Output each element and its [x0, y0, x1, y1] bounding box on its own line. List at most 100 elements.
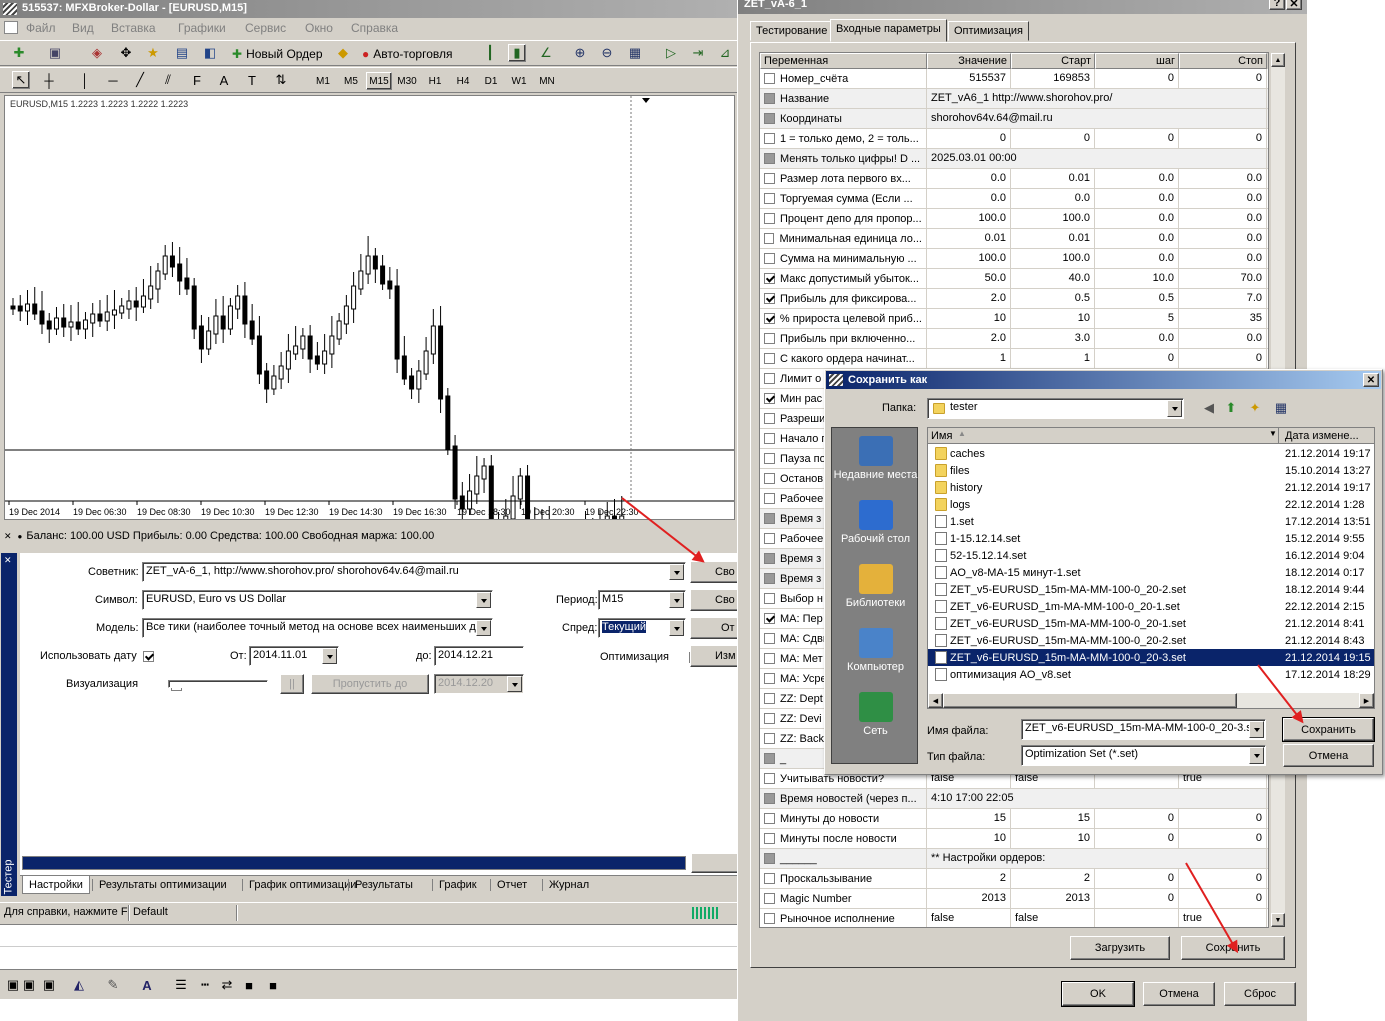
param-value-cell[interactable]: 0: [927, 129, 1011, 148]
param-start-cell[interactable]: 40.0: [1011, 269, 1095, 288]
param-step-cell[interactable]: 0: [1095, 349, 1179, 368]
place-item[interactable]: Сеть: [832, 692, 919, 737]
use-date-checkbox[interactable]: [143, 650, 154, 662]
param-step-cell[interactable]: 10.0: [1095, 269, 1179, 288]
grid-col-header[interactable]: Старт: [1011, 53, 1095, 69]
timeframe-mn[interactable]: MN: [534, 72, 560, 90]
modify-expert-button[interactable]: Изм: [690, 645, 740, 667]
param-checkbox[interactable]: [764, 893, 775, 904]
param-checkbox[interactable]: [764, 373, 775, 384]
param-value-cell[interactable]: 0.0: [927, 189, 1011, 208]
param-row[interactable]: Минуты после новости 10 10 0 0: [760, 829, 1268, 849]
param-row[interactable]: % прироста целевой приб... 10 10 5 35: [760, 309, 1268, 329]
param-row[interactable]: Макс допустимый убыток... 50.0 40.0 10.0 70.…: [760, 269, 1268, 289]
param-checkbox[interactable]: [764, 873, 775, 884]
market-watch-icon[interactable]: ◈: [88, 44, 106, 62]
crosshair-icon[interactable]: ┼: [40, 71, 58, 89]
param-checkbox[interactable]: [764, 813, 775, 824]
param-row[interactable]: Минимальная единица ло... 0.01 0.01 0.0 0.0: [760, 229, 1268, 249]
grid-col-header[interactable]: Значение: [927, 53, 1011, 69]
param-start-cell[interactable]: 2: [1011, 869, 1095, 888]
param-value-cell[interactable]: 0.01: [927, 229, 1011, 248]
metaeditor-book-icon[interactable]: ◆: [334, 44, 352, 62]
price-chart[interactable]: 19 Dec 2014 19 Dec 06:30 19 Dec 08:30 19 De…: [5, 96, 734, 519]
filename-input[interactable]: ZET_v6-EURUSD_15m-MA-MM-100-0_20-3.set: [1021, 719, 1266, 740]
arrow-style-icon[interactable]: ⇄: [218, 976, 236, 994]
param-value-cell[interactable]: 15: [927, 809, 1011, 828]
image2-icon[interactable]: ▣: [40, 976, 58, 994]
tester-tab[interactable]: График: [432, 879, 483, 891]
param-step-cell[interactable]: 0: [1095, 69, 1179, 88]
param-start-cell[interactable]: 10: [1011, 829, 1095, 848]
folder-row[interactable]: files 15.10.2014 13:27: [928, 462, 1374, 479]
param-start-cell[interactable]: 1: [1011, 349, 1095, 368]
menu-item[interactable]: Графики: [178, 21, 226, 35]
param-start-cell[interactable]: 0.0: [1011, 189, 1095, 208]
model-select[interactable]: Все тики (наиболее точный метод на основ…: [142, 618, 493, 638]
menu-item[interactable]: Окно: [305, 21, 333, 35]
col-name-header[interactable]: Имя: [931, 430, 952, 442]
param-start-cell[interactable]: 0: [1011, 129, 1095, 148]
menu-item[interactable]: Справка: [351, 21, 398, 35]
line-style-icon[interactable]: ☰: [172, 976, 190, 994]
param-checkbox[interactable]: [764, 273, 775, 284]
param-row[interactable]: 1 = только демо, 2 = толь... 0 0 0 0: [760, 129, 1268, 149]
param-value-cell[interactable]: 1: [927, 349, 1011, 368]
param-stop-cell[interactable]: 0.0: [1179, 249, 1267, 268]
trendline-icon[interactable]: ╱: [131, 71, 149, 89]
param-checkbox[interactable]: [764, 193, 775, 204]
cursor-icon[interactable]: ↖: [12, 71, 30, 89]
param-checkbox[interactable]: [764, 353, 775, 364]
shadow-icon[interactable]: ■: [240, 976, 258, 994]
chart-shift-icon[interactable]: ⇥: [689, 44, 707, 62]
param-checkbox[interactable]: [764, 153, 775, 164]
file-row[interactable]: оптимизация AO_v8.set 17.12.2014 18:29: [928, 666, 1374, 683]
param-row[interactable]: Сумма на минимальную ... 100.0 100.0 0.0 0.0: [760, 249, 1268, 269]
horizontal-line-icon[interactable]: ─: [104, 71, 122, 89]
param-value-cell[interactable]: false: [927, 909, 1011, 927]
close-icon[interactable]: ✕: [4, 531, 12, 542]
param-checkbox[interactable]: [764, 73, 775, 84]
timeframe-m1[interactable]: M1: [310, 72, 336, 90]
props-tab[interactable]: Оптимизация: [948, 21, 1029, 41]
file-row[interactable]: ZET_v5-EURUSD_15m-MA-MM-100-0_20-2.set 18…: [928, 581, 1374, 598]
close-button[interactable]: ✕: [1286, 0, 1302, 10]
param-value-cell[interactable]: ZET_vA6_1 http://www.shorohov.pro/: [927, 89, 1267, 108]
param-step-cell[interactable]: 0: [1095, 829, 1179, 848]
file-row[interactable]: ZET_v6-EURUSD_15m-MA-MM-100-0_20-2.set 21…: [928, 632, 1374, 649]
param-row[interactable]: Magic Number 2013 2013 0 0: [760, 889, 1268, 909]
param-stop-cell[interactable]: 0.0: [1179, 229, 1267, 248]
param-value-cell[interactable]: 2.0: [927, 289, 1011, 308]
zoom-in-icon[interactable]: ⊕: [571, 44, 589, 62]
timeframe-w1[interactable]: W1: [506, 72, 532, 90]
param-start-cell[interactable]: 0.01: [1011, 229, 1095, 248]
zoom-out-icon[interactable]: ⊖: [598, 44, 616, 62]
param-stop-cell[interactable]: 0: [1179, 889, 1267, 908]
fibo-icon[interactable]: F: [188, 71, 206, 89]
param-row[interactable]: Номер_счёта 515537 169853 0 0: [760, 69, 1268, 89]
scroll-thumb[interactable]: [943, 693, 1237, 708]
param-row[interactable]: Процент депо для пропор... 100.0 100.0 0.0 0…: [760, 209, 1268, 229]
timeframe-h1[interactable]: H1: [422, 72, 448, 90]
param-step-cell[interactable]: 0: [1095, 129, 1179, 148]
view-menu-icon[interactable]: ▦: [1272, 399, 1290, 417]
param-checkbox[interactable]: [764, 453, 775, 464]
tester-tab[interactable]: Результаты оптимизации: [92, 879, 233, 891]
cancel-button[interactable]: Отмена: [1143, 982, 1215, 1006]
dash-style-icon[interactable]: ┅: [196, 976, 214, 994]
param-start-cell[interactable]: 0.5: [1011, 289, 1095, 308]
param-stop-cell[interactable]: 0: [1179, 69, 1267, 88]
autotrade-button[interactable]: ● Авто-торговля: [362, 45, 453, 63]
param-value-cell[interactable]: 10: [927, 829, 1011, 848]
tester-tab[interactable]: Настройки: [22, 876, 90, 894]
timeframe-h4[interactable]: H4: [450, 72, 476, 90]
param-checkbox[interactable]: [764, 473, 775, 484]
param-checkbox[interactable]: [764, 493, 775, 504]
col-date-header[interactable]: Дата измене...: [1285, 430, 1359, 442]
param-value-cell[interactable]: 2.0: [927, 329, 1011, 348]
scroll-left-button[interactable]: ◀: [928, 693, 943, 708]
param-step-cell[interactable]: 0.0: [1095, 329, 1179, 348]
line-chart-icon[interactable]: ∠: [537, 44, 555, 62]
param-checkbox[interactable]: [764, 673, 775, 684]
fill-color-icon[interactable]: ◭: [70, 976, 88, 994]
